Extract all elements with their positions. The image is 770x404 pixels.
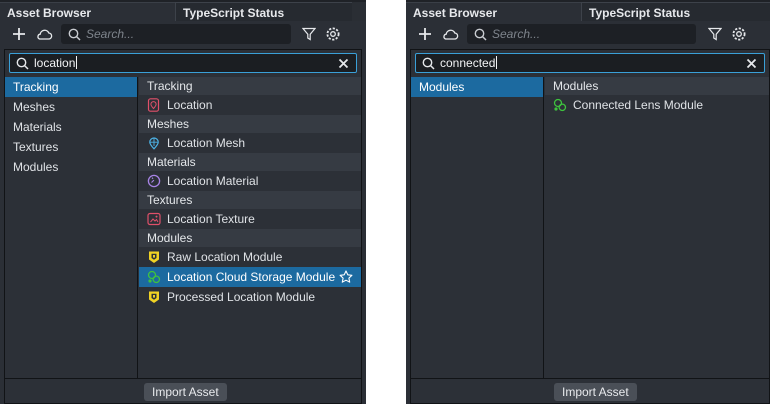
result-location-texture[interactable]: Location Texture xyxy=(139,209,361,229)
category-meshes[interactable]: Meshes xyxy=(5,97,137,117)
cloud-icon[interactable] xyxy=(441,27,459,41)
star-icon[interactable] xyxy=(339,270,353,284)
category-tracking[interactable]: Tracking xyxy=(5,77,137,97)
import-asset-button[interactable]: Import Asset xyxy=(554,383,637,401)
clear-icon[interactable] xyxy=(338,58,349,69)
tab-bar: Asset Browser TypeScript Status xyxy=(0,0,366,21)
filter-input-value: connected xyxy=(440,56,496,70)
filter-input[interactable]: connected xyxy=(415,53,765,73)
import-asset-button[interactable]: Import Asset xyxy=(144,383,227,401)
group-header-meshes: Meshes xyxy=(139,115,361,133)
search-placeholder: Search... xyxy=(492,27,541,41)
search-bar[interactable]: Search... xyxy=(61,24,291,44)
result-location[interactable]: Location xyxy=(139,95,361,115)
mesh-icon xyxy=(149,137,159,150)
add-icon[interactable] xyxy=(417,26,433,42)
module-yellow-icon xyxy=(149,251,159,263)
result-label: Connected Lens Module xyxy=(573,98,704,112)
category-modules[interactable]: Modules xyxy=(411,77,543,97)
result-raw-location-module[interactable]: Raw Location Module xyxy=(139,247,361,267)
search-icon xyxy=(68,28,81,41)
search-icon xyxy=(422,57,435,70)
clear-icon[interactable] xyxy=(746,58,757,69)
tracking-icon xyxy=(147,98,160,112)
tab-asset-browser[interactable]: Asset Browser xyxy=(406,2,581,21)
text-caret xyxy=(496,56,498,69)
category-materials[interactable]: Materials xyxy=(5,117,137,137)
filter-input-value: location xyxy=(34,56,76,70)
texture-icon xyxy=(147,212,161,226)
category-list: Modules xyxy=(411,77,544,378)
asset-browser-panel-left: Asset Browser TypeScript Status Search..… xyxy=(0,0,366,404)
tab-typescript-status[interactable]: TypeScript Status xyxy=(175,2,352,21)
search-icon xyxy=(474,28,487,41)
result-location-cloud-storage-module[interactable]: Location Cloud Storage Module xyxy=(139,267,361,287)
result-list: Tracking Location Meshes Location Mesh M… xyxy=(139,77,361,378)
result-location-mesh[interactable]: Location Mesh xyxy=(139,133,361,153)
filter-icon[interactable] xyxy=(302,27,316,41)
category-textures[interactable]: Textures xyxy=(5,137,137,157)
gear-icon[interactable] xyxy=(731,26,747,42)
text-caret xyxy=(76,56,78,69)
tab-bar: Asset Browser TypeScript Status xyxy=(406,0,770,21)
result-processed-location-module[interactable]: Processed Location Module xyxy=(139,287,361,307)
add-icon[interactable] xyxy=(11,26,27,42)
search-results-popup: location Tracking Meshes Materials Textu… xyxy=(4,49,362,404)
material-icon xyxy=(147,174,161,188)
search-placeholder: Search... xyxy=(86,27,135,41)
category-modules[interactable]: Modules xyxy=(5,157,137,177)
filter-input[interactable]: location xyxy=(9,53,357,73)
result-label: Processed Location Module xyxy=(167,290,316,304)
cloud-icon[interactable] xyxy=(35,27,53,41)
toolbar: Search... xyxy=(406,21,770,48)
module-yellow-icon xyxy=(149,291,159,303)
result-label: Raw Location Module xyxy=(167,250,283,264)
tab-bar-filler xyxy=(352,2,366,21)
group-header-modules: Modules xyxy=(545,77,769,95)
filter-icon[interactable] xyxy=(708,27,722,41)
result-label: Location Texture xyxy=(167,212,255,226)
group-header-tracking: Tracking xyxy=(139,77,361,95)
result-list: Modules Connected Lens Module xyxy=(545,77,769,378)
toolbar: Search... xyxy=(0,21,366,48)
category-list: Tracking Meshes Materials Textures Modul… xyxy=(5,77,138,378)
search-bar[interactable]: Search... xyxy=(467,24,696,44)
group-header-materials: Materials xyxy=(139,153,361,171)
search-icon xyxy=(16,57,29,70)
search-results-popup: connected Modules Modules Connected Lens… xyxy=(410,49,770,404)
gear-icon[interactable] xyxy=(325,26,341,42)
result-label: Location xyxy=(167,98,213,112)
result-label: Location Cloud Storage Module xyxy=(167,270,336,284)
tab-typescript-status[interactable]: TypeScript Status xyxy=(581,2,770,21)
result-connected-lens-module[interactable]: Connected Lens Module xyxy=(545,95,769,115)
group-header-modules: Modules xyxy=(139,229,361,247)
module-green-icon xyxy=(147,270,161,284)
group-header-textures: Textures xyxy=(139,191,361,209)
result-location-material[interactable]: Location Material xyxy=(139,171,361,191)
module-green-icon xyxy=(553,98,567,112)
result-label: Location Material xyxy=(167,174,259,188)
asset-browser-panel-right: Asset Browser TypeScript Status Search..… xyxy=(406,0,770,404)
tab-asset-browser[interactable]: Asset Browser xyxy=(0,2,175,21)
result-label: Location Mesh xyxy=(167,136,246,150)
footer: Import Asset xyxy=(5,378,361,403)
footer: Import Asset xyxy=(411,378,769,403)
